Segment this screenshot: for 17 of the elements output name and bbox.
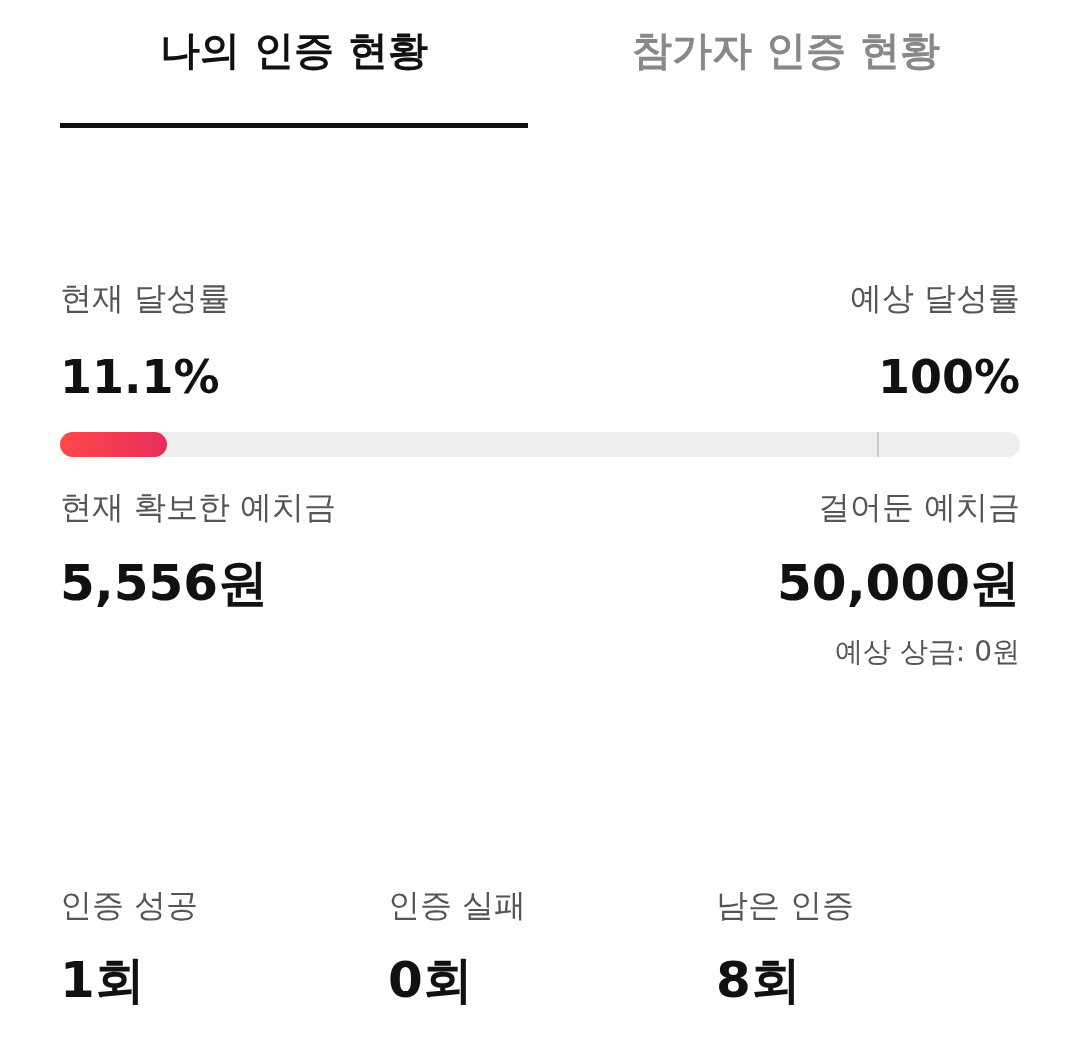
stat-label: 인증 실패 (388, 885, 527, 925)
stat-label: 걸어둔 예치금 (817, 487, 1020, 527)
tab[interactable]: 나의 인증 현황 (60, 0, 528, 128)
stat-value: 50,000원 (777, 553, 1020, 613)
tab[interactable]: 참가자 인증 현황 (552, 0, 1020, 128)
stat-value: 5,556원 (60, 553, 270, 613)
stat-label: 현재 확보한 예치금 (60, 487, 337, 527)
stat-value: 11.1% (60, 349, 221, 405)
stat-value: 1회 (60, 950, 145, 1010)
stat-value: 8회 (716, 950, 801, 1010)
stat-label: 남은 인증 (716, 885, 855, 925)
stat-value: 0회 (388, 950, 473, 1010)
expected-prize-text: 예상 상금: 0원 (834, 634, 1020, 670)
stat-label: 현재 달성률 (60, 278, 231, 318)
stat-label: 인증 성공 (60, 885, 199, 925)
stat-label: 예상 달성률 (849, 278, 1020, 318)
stat-value: 100% (877, 349, 1020, 405)
